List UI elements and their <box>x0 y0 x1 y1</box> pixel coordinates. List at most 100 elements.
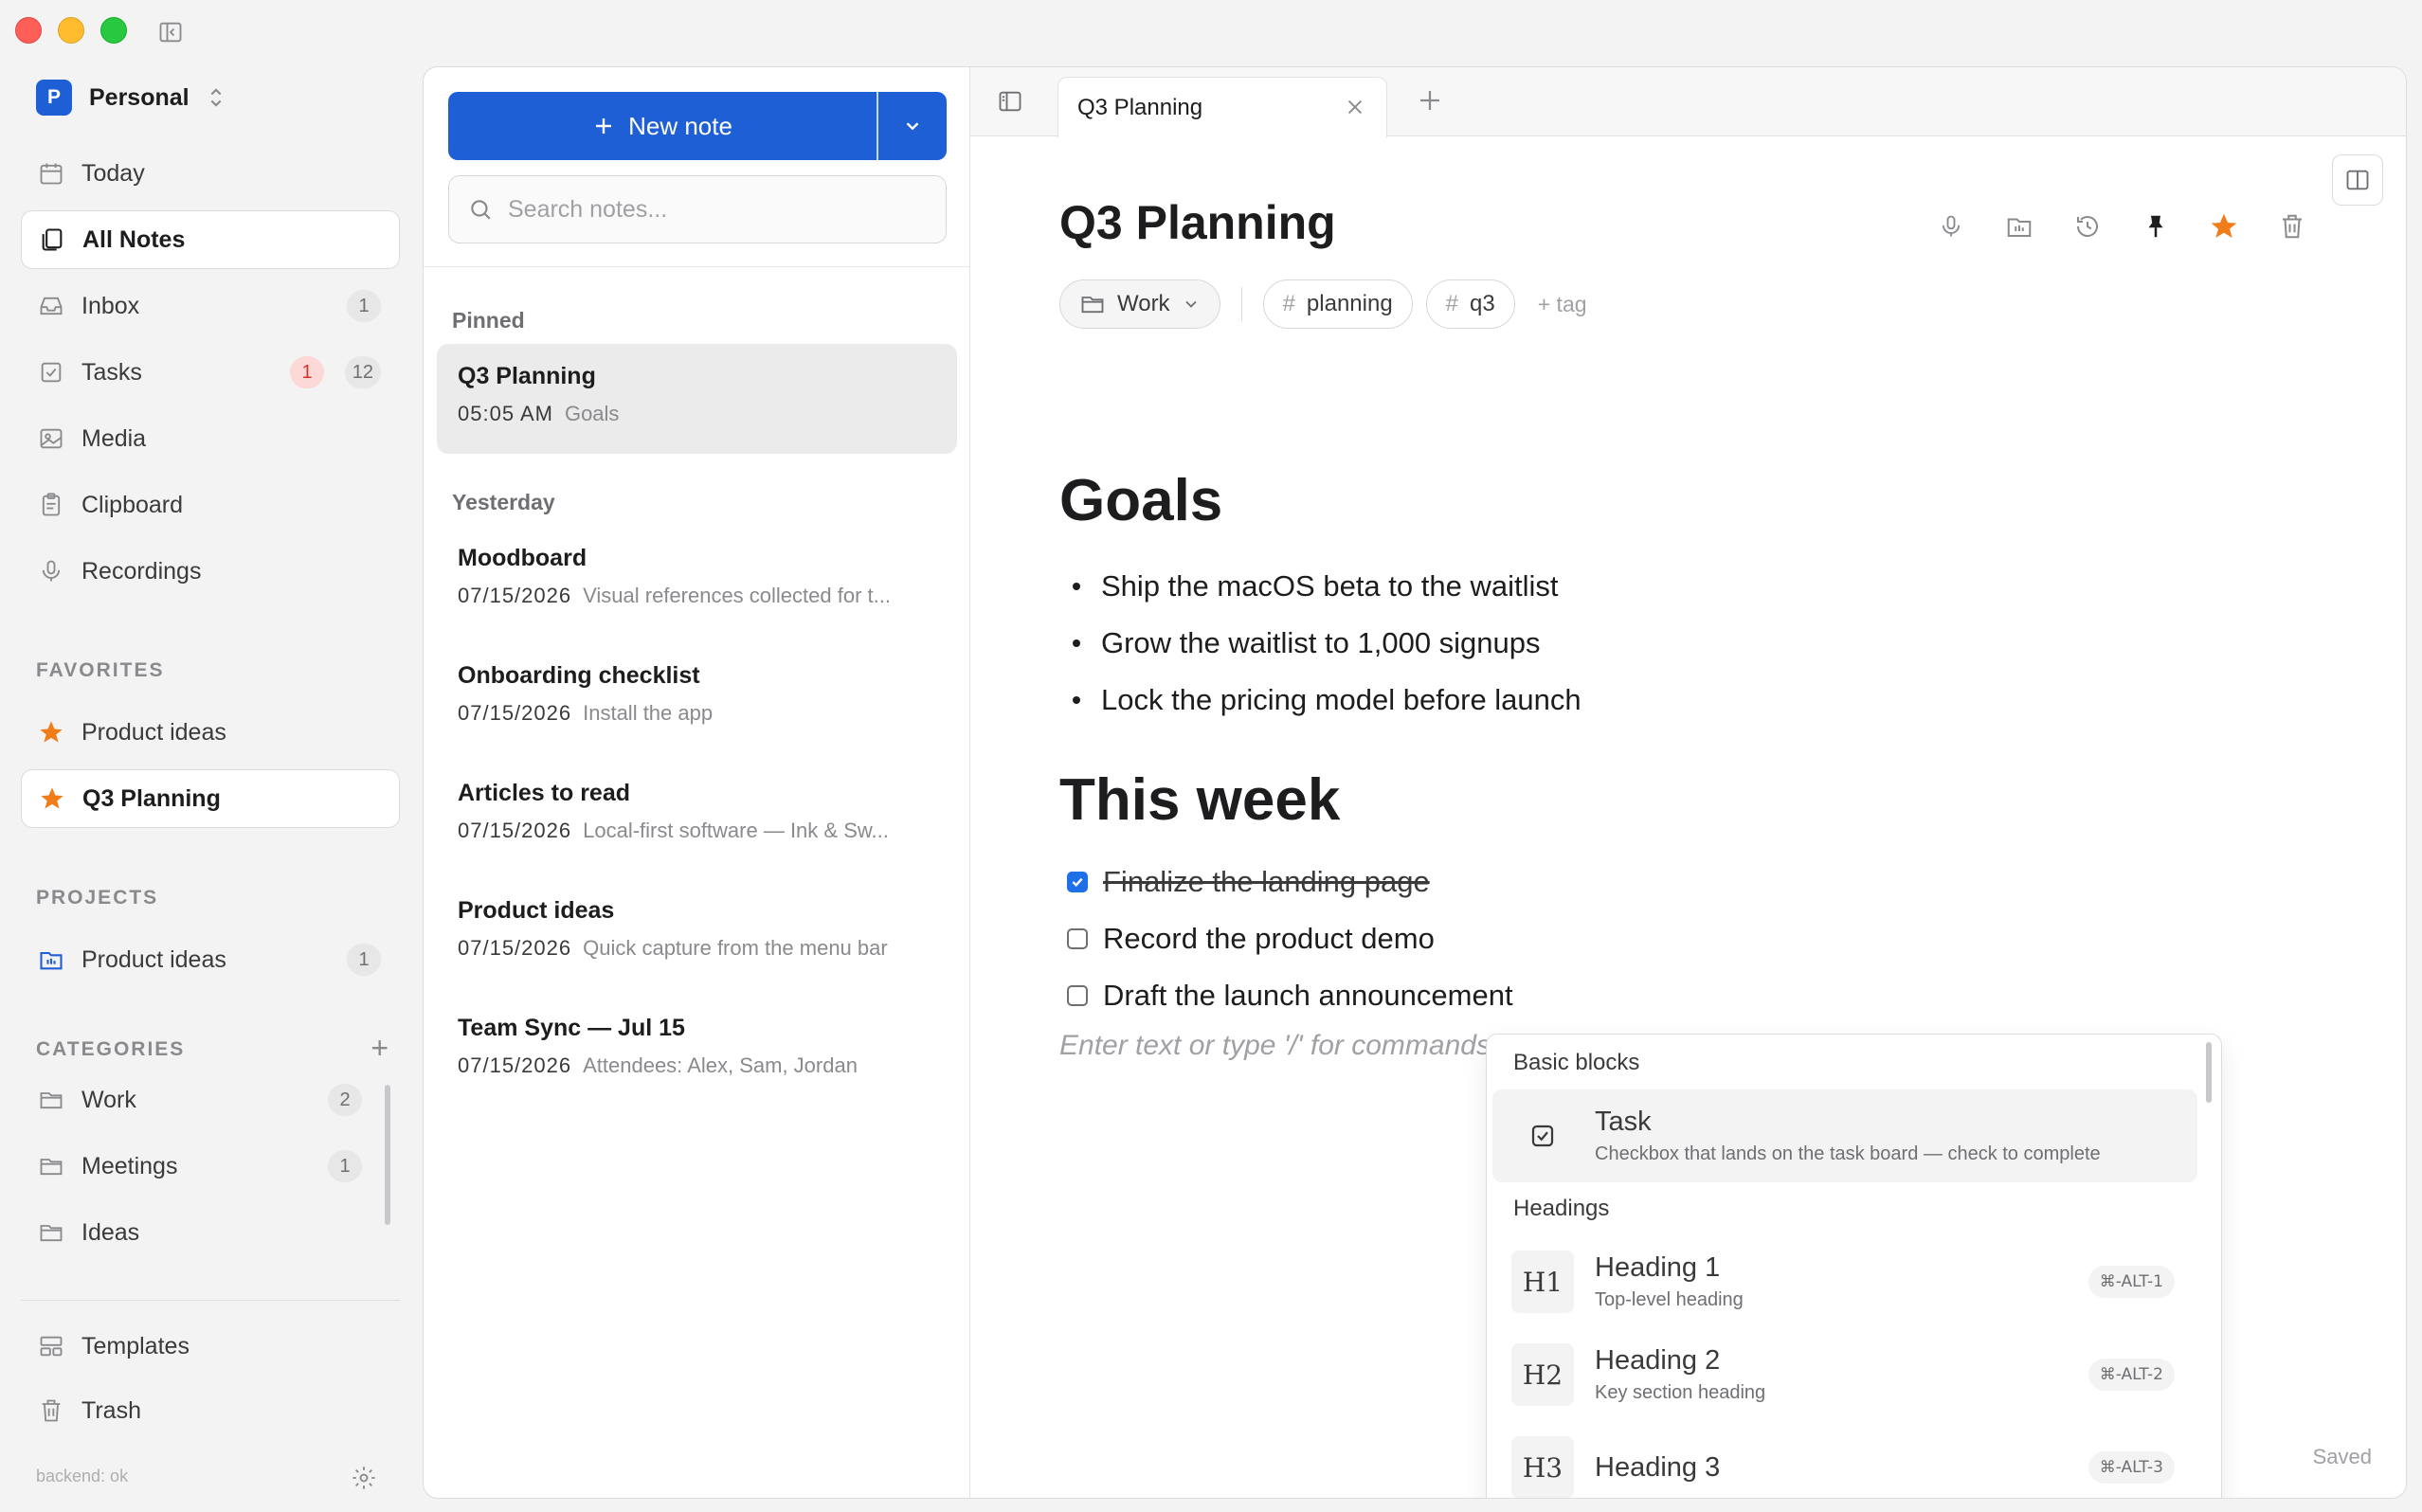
favorite-item-product-ideas[interactable]: Product ideas <box>21 703 400 762</box>
sidebar-item-clipboard[interactable]: Clipboard <box>21 476 400 534</box>
move-to-project-button[interactable] <box>2002 209 2036 243</box>
outline-panel-icon[interactable] <box>997 88 1023 115</box>
inbox-count-badge: 1 <box>347 290 381 322</box>
tasks-overdue-badge: 1 <box>290 356 324 388</box>
note-list-item[interactable]: Product ideas 07/15/2026 Quick capture fr… <box>437 878 957 988</box>
task-text[interactable]: Record the product demo <box>1103 922 1435 956</box>
sidebar-item-today[interactable]: Today <box>21 144 400 203</box>
list-divider <box>424 266 969 267</box>
note-date: 07/15/2026 <box>458 584 572 607</box>
gear-icon[interactable] <box>351 1465 377 1491</box>
category-item-meetings[interactable]: Meetings 1 <box>21 1137 400 1196</box>
menu-scrollbar[interactable] <box>2206 1042 2212 1103</box>
close-icon[interactable] <box>1345 97 1365 117</box>
close-window-button[interactable] <box>15 17 42 44</box>
task-checkbox[interactable] <box>1067 985 1088 1006</box>
keyboard-shortcut: ⌘-ALT-1 <box>2088 1266 2175 1298</box>
favorite-button[interactable] <box>2207 209 2241 243</box>
favorites-heading: FAVORITES <box>36 659 165 681</box>
note-list-item[interactable]: Moodboard 07/15/2026 Visual references co… <box>437 526 957 636</box>
workspace-switcher[interactable]: P Personal <box>36 80 226 116</box>
menu-item-heading-2[interactable]: H2 Heading 2 Key section heading ⌘-ALT-2 <box>1492 1328 2197 1421</box>
note-list-item[interactable]: Onboarding checklist 07/15/2026 Install t… <box>437 643 957 753</box>
task-text[interactable]: Draft the launch announcement <box>1103 979 1513 1013</box>
sidebar-item-tasks[interactable]: Tasks 1 12 <box>21 343 400 402</box>
mic-icon <box>1942 215 1961 237</box>
category-item-work[interactable]: Work 2 <box>21 1071 400 1129</box>
sidebar-item-label: Trash <box>81 1396 141 1424</box>
favorite-item-q3-planning[interactable]: Q3 Planning <box>21 769 400 828</box>
mic-icon <box>42 560 61 582</box>
bullet-item[interactable]: Grow the waitlist to 1,000 signups <box>1059 615 1582 672</box>
note-title: Product ideas <box>458 897 615 924</box>
menu-item-task[interactable]: Task Checkbox that lands on the task boa… <box>1492 1089 2197 1182</box>
task-item: Record the product demo <box>1059 910 1513 967</box>
menu-item-title: Heading 3 <box>1595 1451 1721 1483</box>
category-item-ideas[interactable]: Ideas <box>21 1203 400 1262</box>
folder-select[interactable]: Work <box>1059 279 1220 329</box>
sidebar-item-templates[interactable]: Templates <box>21 1317 400 1376</box>
split-divider <box>877 92 878 160</box>
sidebar-item-label: Meetings <box>81 1152 178 1179</box>
note-list-item[interactable]: Team Sync — Jul 15 07/15/2026 Attendees: … <box>437 996 957 1106</box>
menu-item-heading-1[interactable]: H1 Heading 1 Top-level heading ⌘-ALT-1 <box>1492 1235 2197 1328</box>
sidebar-item-inbox[interactable]: Inbox 1 <box>21 277 400 335</box>
add-tag-button[interactable]: + tag <box>1538 292 1587 317</box>
search-box <box>448 175 947 243</box>
tab-bar: Q3 Planning <box>970 67 2406 137</box>
history-button[interactable] <box>2070 209 2105 243</box>
note-snippet: Quick capture from the menu bar <box>583 936 888 960</box>
bullet-item[interactable]: Ship the macOS beta to the waitlist <box>1059 558 1582 615</box>
tab-q3-planning[interactable]: Q3 Planning <box>1057 77 1387 137</box>
editor-placeholder[interactable]: Enter text or type '/' for commands <box>1059 1030 1491 1062</box>
task-checkbox-icon <box>1511 1105 1574 1167</box>
sidebar-item-trash[interactable]: Trash <box>21 1381 400 1440</box>
heading-goals[interactable]: Goals <box>1059 467 1222 534</box>
task-checkbox[interactable] <box>1067 872 1088 892</box>
menu-item-title: Heading 1 <box>1595 1252 1721 1283</box>
goals-list: Ship the macOS beta to the waitlist Grow… <box>1059 558 1582 729</box>
pin-button[interactable] <box>2139 209 2173 243</box>
zoom-window-button[interactable] <box>100 17 127 44</box>
sidebar-item-recordings[interactable]: Recordings <box>21 542 400 601</box>
split-view-button[interactable] <box>2332 154 2383 206</box>
new-note-button[interactable]: New note <box>448 92 877 160</box>
sidebar-item-all-notes[interactable]: All Notes <box>21 210 400 269</box>
tag-chip[interactable]: # q3 <box>1425 279 1515 329</box>
new-note-dropdown-button[interactable] <box>878 92 947 160</box>
note-list-item[interactable]: Q3 Planning 05:05 AM Goals <box>437 344 957 454</box>
note-list-panel: New note Pinned Q3 Planning 05:05 AM Goal… <box>424 67 970 1498</box>
task-checkbox[interactable] <box>1067 928 1088 949</box>
main-frame: New note Pinned Q3 Planning 05:05 AM Goal… <box>423 66 2407 1499</box>
tasks-count-badge: 12 <box>344 356 381 388</box>
history-icon <box>2077 216 2098 238</box>
note-list-item[interactable]: Articles to read 07/15/2026 Local-first s… <box>437 761 957 871</box>
heading-2-icon: H2 <box>1511 1343 1574 1406</box>
menu-item-description: Checkbox that lands on the task board — … <box>1595 1143 2101 1164</box>
checkmark-icon <box>1072 877 1083 888</box>
sidebar-item-media[interactable]: Media <box>21 409 400 468</box>
tag-chip[interactable]: # planning <box>1262 279 1413 329</box>
minimize-window-button[interactable] <box>58 17 84 44</box>
sidebar-item-label: Ideas <box>81 1218 140 1246</box>
clipboard-icon <box>42 493 61 516</box>
search-icon <box>471 200 491 220</box>
project-item-product-ideas[interactable]: Product ideas 1 <box>21 930 400 989</box>
heading-this-week[interactable]: This week <box>1059 766 1340 834</box>
delete-note-button[interactable] <box>2275 209 2309 243</box>
sidebar-scrollbar[interactable] <box>385 1085 390 1225</box>
bullet-item[interactable]: Lock the pricing model before launch <box>1059 672 1582 729</box>
sidebar-item-label: Inbox <box>81 292 140 319</box>
menu-item-heading-3[interactable]: H3 Heading 3 ⌘-ALT-3 <box>1492 1421 2197 1498</box>
task-text[interactable]: Finalize the landing page <box>1103 865 1430 899</box>
meta-separator <box>1240 287 1242 321</box>
add-category-button[interactable]: + <box>371 1033 389 1063</box>
hash-icon: # <box>1282 291 1295 316</box>
dictate-button[interactable] <box>1934 209 1968 243</box>
note-title-heading[interactable]: Q3 Planning <box>1059 195 1336 250</box>
new-tab-icon[interactable] <box>1416 86 1444 115</box>
note-title: Q3 Planning <box>458 363 596 389</box>
keyboard-shortcut: ⌘-ALT-2 <box>2088 1359 2175 1391</box>
search-input[interactable] <box>508 195 925 224</box>
sidebar-toggle-icon[interactable] <box>157 19 184 45</box>
